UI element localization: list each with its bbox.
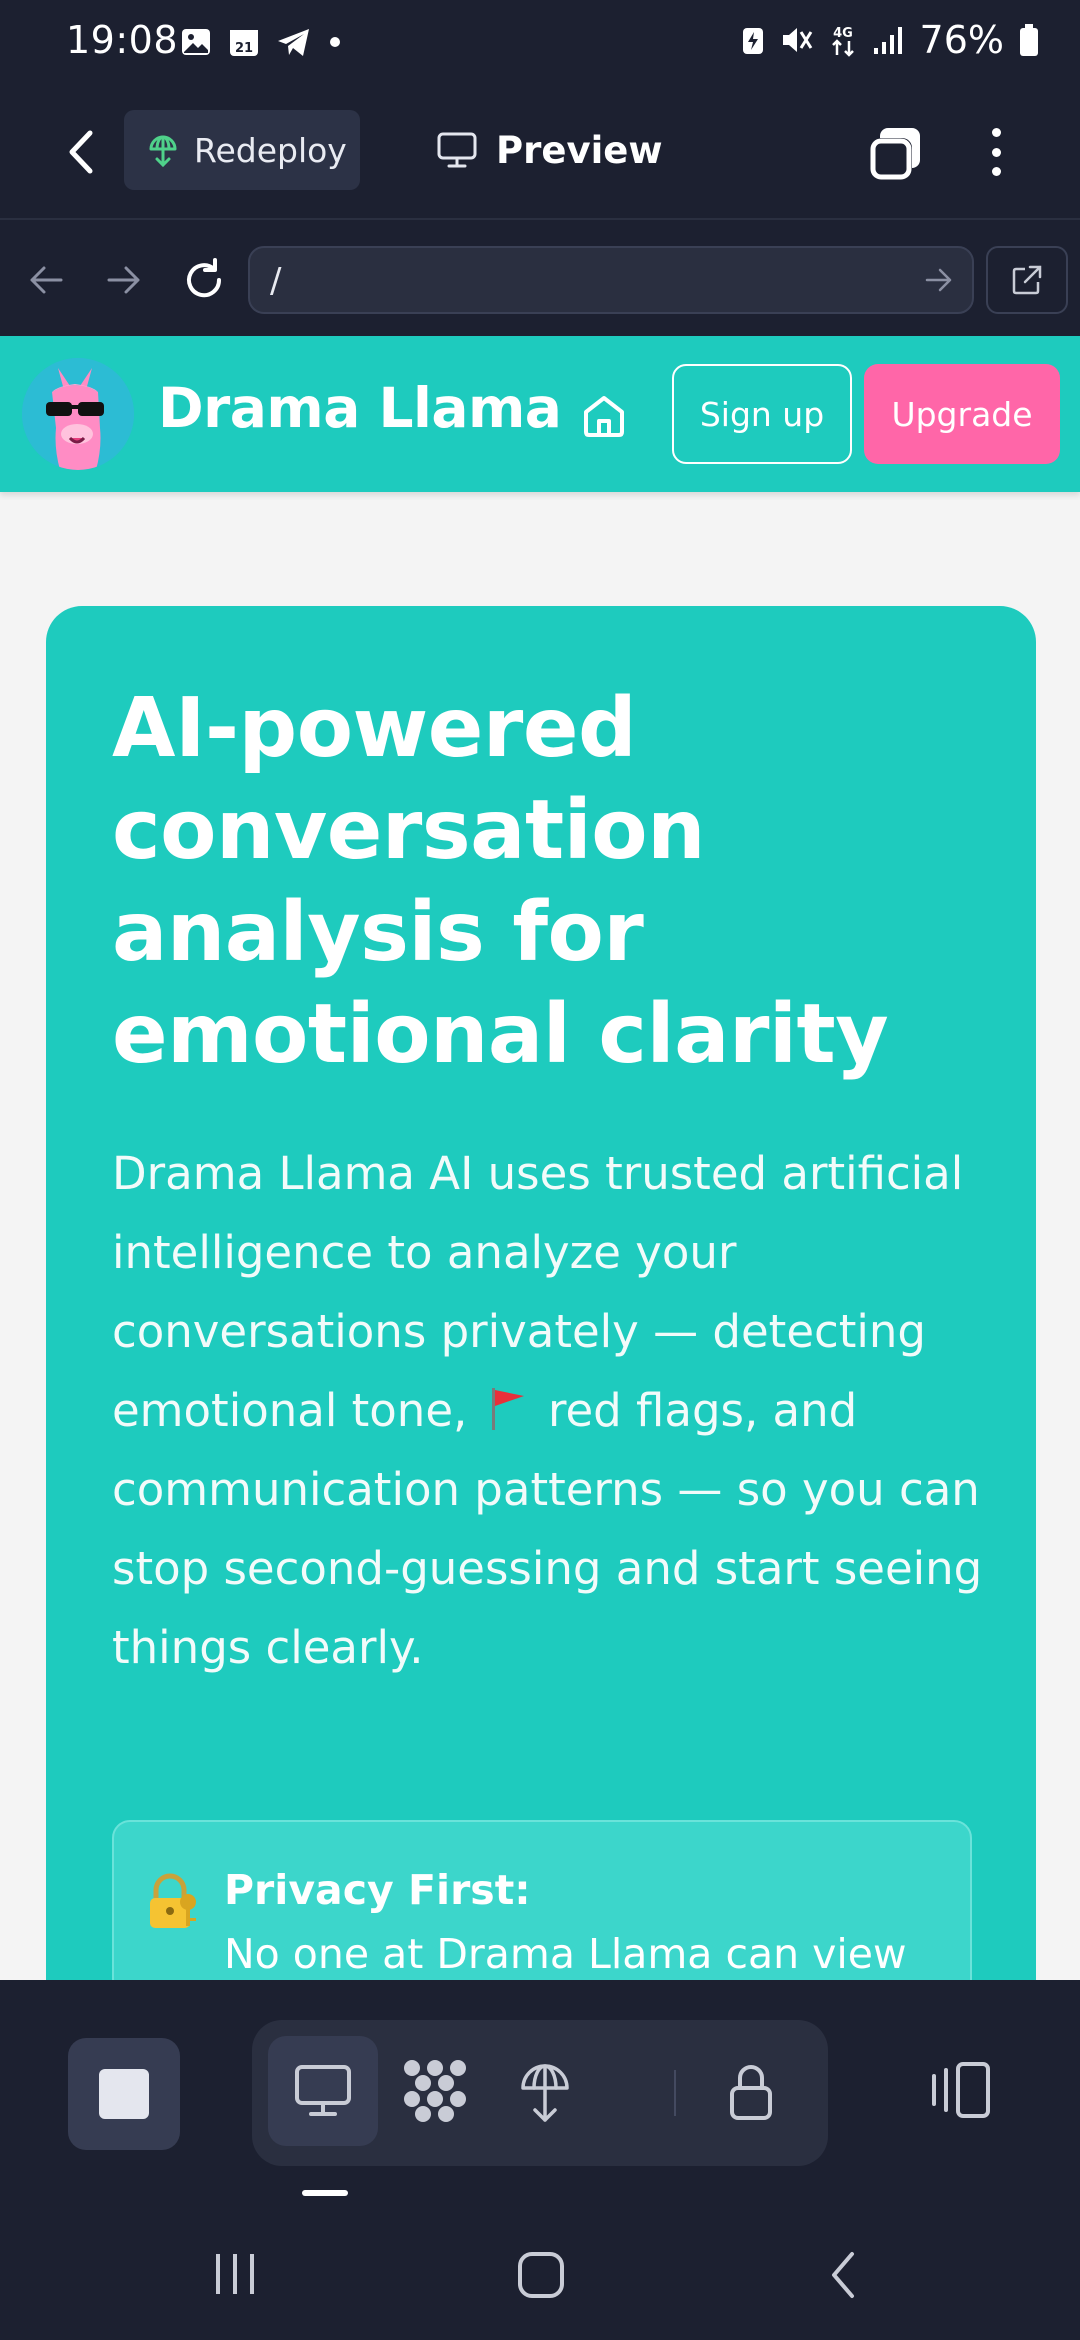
browser-bar bbox=[0, 222, 1080, 336]
privacy-callout: Privacy First: No one at Drama Llama can… bbox=[112, 1820, 972, 1980]
desktop-view-button[interactable] bbox=[268, 2036, 378, 2146]
browser-forward-button[interactable] bbox=[96, 252, 152, 308]
url-bar[interactable] bbox=[248, 246, 974, 314]
home-button[interactable] bbox=[578, 390, 630, 442]
dot bbox=[991, 147, 1001, 157]
redeploy-button[interactable]: Redeploy bbox=[124, 110, 360, 190]
view-switcher bbox=[252, 2020, 828, 2166]
arrow-right-icon bbox=[107, 266, 140, 294]
brand-name[interactable]: Drama Llama bbox=[158, 376, 562, 440]
monitor-icon bbox=[437, 132, 477, 168]
signal-icon bbox=[873, 27, 902, 54]
deploy-icon bbox=[521, 2064, 569, 2122]
svg-text:4G: 4G bbox=[833, 26, 853, 41]
stop-icon bbox=[99, 2069, 149, 2119]
gallery-icon bbox=[182, 29, 210, 55]
llama-logo-image bbox=[22, 358, 134, 470]
privacy-text: No one at Drama Llama can view bbox=[224, 1930, 907, 1978]
reload-icon bbox=[187, 258, 222, 298]
sign-up-button[interactable]: Sign up bbox=[672, 364, 852, 464]
redeploy-label: Redeploy bbox=[194, 130, 347, 170]
hero-description: Drama Llama AI uses trusted artificial i… bbox=[112, 1134, 992, 1687]
lock-button[interactable] bbox=[696, 2036, 806, 2146]
system-navigation-bar bbox=[0, 2210, 1080, 2340]
home-nav-button[interactable] bbox=[518, 2252, 564, 2298]
privacy-title: Privacy First: bbox=[224, 1866, 531, 1914]
go-arrow-icon[interactable] bbox=[924, 262, 954, 298]
hero-title: AI-powered conversation analysis for emo… bbox=[112, 681, 889, 1082]
responsive-devices-icon bbox=[932, 2062, 990, 2118]
notification-icons: 21 bbox=[180, 26, 342, 58]
more-menu-button[interactable] bbox=[976, 122, 1016, 182]
site-header: Drama Llama Sign up Upgrade bbox=[0, 336, 1080, 492]
red-flag-icon bbox=[488, 1377, 528, 1430]
battery-percent: 76% bbox=[919, 18, 1004, 62]
device-toggle-button[interactable] bbox=[914, 2040, 1004, 2140]
active-indicator bbox=[302, 2190, 348, 2196]
svg-text:21: 21 bbox=[235, 41, 253, 56]
url-input[interactable] bbox=[270, 256, 910, 306]
preview-label: Preview bbox=[496, 128, 663, 172]
hero-card: AI-powered conversation analysis for emo… bbox=[46, 606, 1036, 1980]
telegram-icon bbox=[278, 29, 309, 56]
arrow-left-icon bbox=[30, 266, 63, 294]
status-bar: 19:08 21 4G 76% bbox=[0, 0, 1080, 84]
integrations-button[interactable] bbox=[380, 2036, 490, 2146]
preview-tab[interactable]: Preview bbox=[436, 110, 663, 190]
monitor-icon bbox=[295, 2065, 351, 2116]
dot bbox=[991, 128, 1001, 137]
back-nav-button[interactable] bbox=[828, 2250, 858, 2300]
bottom-toolbar bbox=[0, 1980, 1080, 2210]
webview: Drama Llama Sign up Upgrade AI-powered c… bbox=[0, 336, 1080, 1980]
dot-icon bbox=[330, 37, 340, 47]
deploy-button[interactable] bbox=[490, 2036, 600, 2146]
stop-button[interactable] bbox=[68, 2038, 180, 2150]
calendar-icon: 21 bbox=[230, 30, 258, 56]
external-link-icon bbox=[1012, 265, 1042, 295]
reload-button[interactable] bbox=[176, 252, 232, 308]
divider bbox=[674, 2070, 676, 2116]
app-toolbar: Redeploy Preview bbox=[0, 84, 1080, 220]
lock-icon bbox=[730, 2065, 772, 2120]
status-time: 19:08 bbox=[66, 18, 179, 62]
battery-saver-icon bbox=[742, 28, 763, 54]
recent-apps-button[interactable] bbox=[216, 2254, 254, 2294]
tabs-button[interactable] bbox=[866, 124, 926, 184]
browser-back-button[interactable] bbox=[18, 252, 74, 308]
dot bbox=[991, 167, 1001, 176]
system-icons: 4G 76% bbox=[740, 18, 1040, 62]
home-icon bbox=[584, 396, 624, 437]
redeploy-icon bbox=[149, 135, 177, 168]
llama-logo[interactable] bbox=[22, 358, 134, 470]
battery-icon bbox=[1020, 24, 1038, 56]
open-external-button[interactable] bbox=[986, 246, 1068, 314]
lock-with-key-icon bbox=[150, 1873, 196, 1928]
chevron-left-icon bbox=[69, 130, 93, 174]
back-button[interactable] bbox=[56, 122, 106, 182]
tabs-icon bbox=[870, 128, 920, 180]
upgrade-button[interactable]: Upgrade bbox=[864, 364, 1060, 464]
mute-icon bbox=[782, 28, 812, 52]
integrations-icon bbox=[404, 2060, 466, 2122]
data-4g-icon: 4G bbox=[831, 26, 854, 57]
